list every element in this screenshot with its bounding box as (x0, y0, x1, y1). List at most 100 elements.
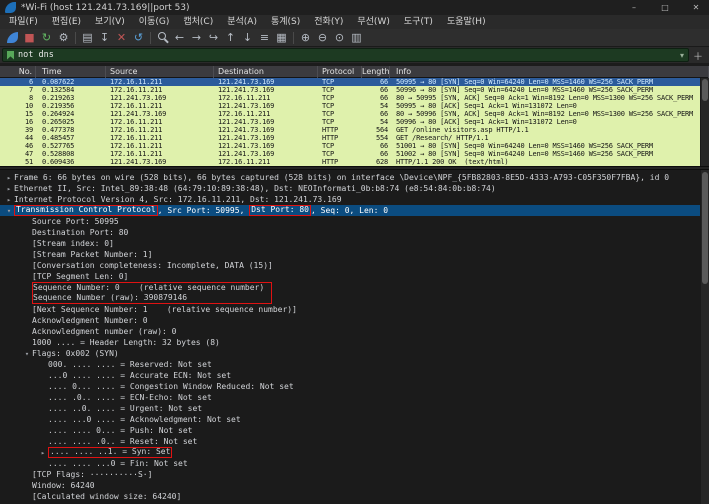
packet-row[interactable]: 6 0.087622 172.16.11.211 121.241.73.169 TCP 6… (0, 78, 709, 86)
detail-line[interactable]: 000. .... .... = Reserved: Not set (0, 359, 709, 370)
menu-item-capture[interactable]: 캡처(C) (176, 15, 220, 29)
column-header-destination[interactable]: Destination (214, 66, 318, 78)
display-filter-input[interactable]: not dns ▾ (2, 48, 689, 62)
packet-row[interactable]: 15 0.264924 121.241.73.169 172.16.11.211 TCP… (0, 110, 709, 118)
detail-line[interactable]: Window: 64240 (0, 480, 709, 491)
annotation-red-box: Transmission Control Protocol (14, 205, 158, 216)
packet-list-scrollbar[interactable] (700, 78, 709, 166)
details-scrollbar[interactable] (700, 170, 709, 504)
zoom-out-icon[interactable]: ⊖ (314, 30, 331, 46)
menu-item-analyze[interactable]: 분석(A) (220, 15, 264, 29)
collapse-arrow-icon[interactable]: ▾ (4, 206, 14, 217)
packet-row[interactable]: 51 0.609436 121.241.73.169 172.16.11.211 HTT… (0, 158, 709, 166)
menu-item-view[interactable]: 보기(V) (88, 15, 132, 29)
packet-cell-source: 172.16.11.211 (110, 86, 163, 94)
filter-bookmark-icon[interactable] (7, 50, 14, 60)
go-forward-icon[interactable]: → (188, 30, 205, 46)
detail-line[interactable]: [Next Sequence Number: 1 (relative seque… (0, 304, 709, 315)
open-file-icon[interactable]: ▤ (79, 30, 96, 46)
packet-row[interactable]: 16 0.265025 172.16.11.211 121.241.73.169 TCP… (0, 118, 709, 126)
detail-line[interactable]: .... .... 0... = Push: Not set (0, 425, 709, 436)
detail-line[interactable]: 1000 .... = Header Length: 32 bytes (8) (0, 337, 709, 348)
packet-cell-destination: 121.241.73.169 (218, 102, 275, 110)
details-scrollbar-thumb[interactable] (702, 172, 708, 284)
go-back-icon[interactable]: ← (171, 30, 188, 46)
packet-cell-time: 0.219263 (42, 94, 75, 102)
packet-row[interactable]: 8 0.219263 121.241.73.169 172.16.11.211 TCP 6… (0, 94, 709, 102)
column-header-source[interactable]: Source (106, 66, 214, 78)
detail-line[interactable]: .... ...0 .... = Acknowledgment: Not set (0, 414, 709, 425)
packet-row[interactable]: 39 0.477378 172.16.11.211 121.241.73.169 HTT… (0, 126, 709, 134)
colorize-icon[interactable]: ▦ (273, 30, 290, 46)
stop-capture-icon[interactable]: ■ (21, 30, 38, 46)
restart-capture-icon[interactable]: ↻ (38, 30, 55, 46)
save-file-icon[interactable]: ↧ (96, 30, 113, 46)
detail-line[interactable]: .... .... ...0 = Fin: Not set (0, 458, 709, 469)
packet-list-scrollbar-thumb[interactable] (702, 79, 708, 101)
detail-line[interactable]: [Stream index: 0] (0, 238, 709, 249)
detail-line[interactable]: [TCP Segment Len: 0] (0, 271, 709, 282)
packet-cell-info: 50995 → 80 [SYN] Seq=0 Win=64240 Len=0 M… (396, 78, 653, 86)
detail-line[interactable]: ...0 .... .... = Accurate ECN: Not set (0, 370, 709, 381)
find-packet-icon[interactable] (154, 30, 171, 46)
detail-line[interactable]: ▸ Internet Protocol Version 4, Src: 172.1… (0, 194, 709, 205)
detail-line[interactable]: [Calculated window size: 64240] (0, 491, 709, 502)
column-header-no[interactable]: No. (0, 66, 36, 78)
detail-line[interactable]: Sequence Number: 0 (relative sequence nu… (0, 282, 709, 293)
go-last-icon[interactable]: ↓ (239, 30, 256, 46)
detail-line[interactable]: ▾ Flags: 0x002 (SYN) (0, 348, 709, 359)
go-first-icon[interactable]: ↑ (222, 30, 239, 46)
detail-line[interactable]: Acknowledgment number (raw): 0 (0, 326, 709, 337)
zoom-reset-icon[interactable]: ⊙ (331, 30, 348, 46)
detail-line[interactable]: ▾ Transmission Control Protocol, Src Port… (0, 205, 709, 216)
detail-line[interactable]: [Stream Packet Number: 1] (0, 249, 709, 260)
detail-line[interactable]: ▸ Ethernet II, Src: Intel_89:38:48 (64:79… (0, 183, 709, 194)
menu-item-telephony[interactable]: 전화(Y) (307, 15, 350, 29)
close-file-icon[interactable]: ✕ (113, 30, 130, 46)
detail-line[interactable]: .... ..0. .... = Urgent: Not set (0, 403, 709, 414)
start-capture-icon[interactable] (4, 30, 21, 46)
detail-line[interactable]: [Conversation completeness: Incomplete, … (0, 260, 709, 271)
detail-line[interactable]: ▸.... .... ..1. = Syn: Set (0, 447, 709, 458)
minimize-button[interactable]: – (621, 0, 647, 15)
column-header-time[interactable]: Time (36, 66, 106, 78)
menu-item-go[interactable]: 이동(G) (132, 15, 177, 29)
detail-line[interactable]: [TCP Flags: ··········S·] (0, 469, 709, 480)
reload-icon[interactable]: ↺ (130, 30, 147, 46)
menu-item-statistics[interactable]: 통계(S) (264, 15, 307, 29)
capture-options-icon[interactable]: ⚙ (55, 30, 72, 46)
column-header-info[interactable]: Info (390, 66, 709, 78)
detail-line[interactable]: Acknowledgment Number: 0 (0, 315, 709, 326)
packet-row[interactable]: 44 0.485457 172.16.11.211 121.241.73.169 HTT… (0, 134, 709, 142)
detail-line[interactable]: ▸ Frame 6: 66 bytes on wire (528 bits), 6… (0, 172, 709, 183)
auto-scroll-icon[interactable]: ≡ (256, 30, 273, 46)
detail-line[interactable]: Source Port: 50995 (0, 216, 709, 227)
filter-add-button[interactable]: ＋ (689, 48, 707, 63)
zoom-in-icon[interactable]: ⊕ (297, 30, 314, 46)
menu-item-wireless[interactable]: 무선(W) (350, 15, 396, 29)
column-header-protocol[interactable]: Protocol (318, 66, 362, 78)
packet-row[interactable]: 7 0.132584 172.16.11.211 121.241.73.169 TCP 6… (0, 86, 709, 94)
detail-line[interactable]: Destination Port: 80 (0, 227, 709, 238)
packet-cell-no: 46 (24, 142, 33, 150)
collapse-arrow-icon[interactable]: ▾ (22, 349, 32, 360)
annotation-red-box: Sequence Number: 0 (relative sequence nu… (32, 282, 272, 293)
menu-item-edit[interactable]: 편집(E) (45, 15, 88, 29)
detail-line[interactable]: Sequence Number (raw): 390879146 (0, 293, 709, 304)
packet-cell-no: 7 (28, 86, 33, 94)
resize-columns-icon[interactable]: ▥ (348, 30, 365, 46)
close-button[interactable]: ✕ (683, 0, 709, 15)
packet-row[interactable]: 46 0.527765 172.16.11.211 121.241.73.169 TCP… (0, 142, 709, 150)
detail-line[interactable]: .... .0.. .... = ECN-Echo: Not set (0, 392, 709, 403)
filter-dropdown-arrow-icon[interactable]: ▾ (680, 51, 684, 60)
menu-item-help[interactable]: 도움말(H) (440, 15, 493, 29)
detail-line[interactable]: .... 0... .... = Congestion Window Reduc… (0, 381, 709, 392)
menu-item-tools[interactable]: 도구(T) (397, 15, 440, 29)
maximize-button[interactable]: □ (652, 0, 678, 15)
go-to-packet-icon[interactable]: ↪ (205, 30, 222, 46)
detail-line[interactable]: .... .... .0.. = Reset: Not set (0, 436, 709, 447)
packet-row[interactable]: 47 0.528808 172.16.11.211 121.241.73.169 TCP… (0, 150, 709, 158)
packet-row[interactable]: 10 0.219356 172.16.11.211 121.241.73.169 TCP… (0, 102, 709, 110)
column-header-length[interactable]: Length (362, 66, 390, 78)
menu-item-file[interactable]: 파일(F) (2, 15, 45, 29)
